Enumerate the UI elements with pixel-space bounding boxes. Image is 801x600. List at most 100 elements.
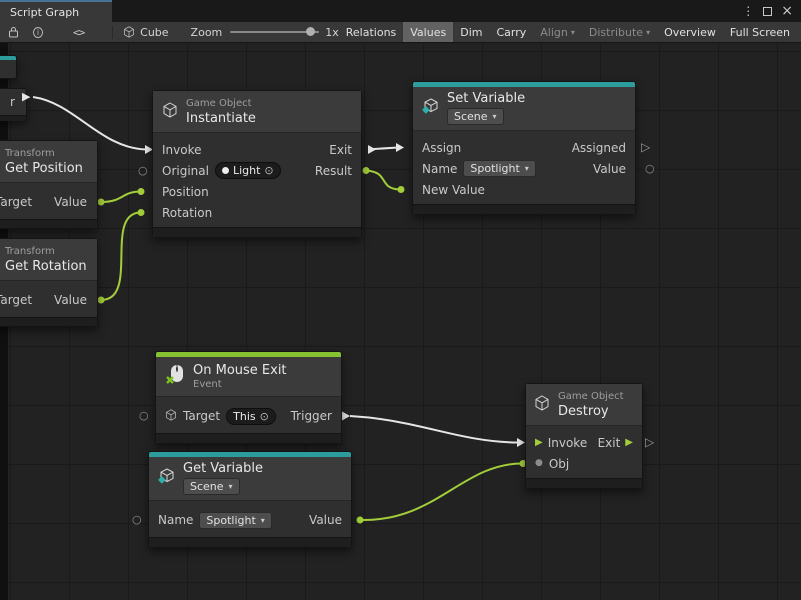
menu-icon[interactable]: ⋮ <box>742 5 754 17</box>
fragment-label: r <box>10 95 15 109</box>
flow-out-icon[interactable]: ▶ <box>625 438 633 448</box>
lock-icon[interactable] <box>8 26 19 38</box>
port-label-assign[interactable]: Assign <box>422 141 461 155</box>
port-label-new-value[interactable]: New Value <box>422 183 485 197</box>
zoom-label: Zoom <box>191 26 223 39</box>
unity-script-graph-window: Script Graph ⋮ × i <> Cube Zoom 1x Relat… <box>0 0 801 600</box>
node-category: Game Object <box>186 99 256 109</box>
node-get-variable[interactable]: Get Variable Scene ▾ Name Spotlight ▾ Va… <box>148 451 352 548</box>
zoom-slider[interactable] <box>230 31 319 33</box>
node-title: Get Rotation <box>5 260 87 273</box>
port-label-rotation[interactable]: Rotation <box>162 206 212 220</box>
port-label-assigned[interactable]: Assigned <box>572 141 626 155</box>
port-label-invoke[interactable]: Invoke <box>548 436 588 450</box>
variable-scope-dropdown[interactable]: Scene ▾ <box>447 108 504 125</box>
window-controls: ⋮ × <box>742 0 801 22</box>
dropdown-value: Spotlight <box>206 514 255 527</box>
variable-icon <box>158 468 175 489</box>
variable-name-dropdown[interactable]: Spotlight ▾ <box>199 512 271 529</box>
port-label-value[interactable]: Value <box>54 195 87 209</box>
port-label-trigger[interactable]: Trigger <box>291 409 332 423</box>
tab-bar: Script Graph ⋮ × <box>0 0 801 22</box>
node-title: On Mouse Exit <box>193 364 287 377</box>
relations-button[interactable]: Relations <box>339 22 404 42</box>
port-label-target[interactable]: Target <box>0 293 32 307</box>
variable-name-dropdown[interactable]: Spotlight ▾ <box>463 160 535 177</box>
cube-icon <box>123 26 135 38</box>
caret-down-icon: ▾ <box>493 110 497 123</box>
node-title: Destroy <box>558 405 624 418</box>
distribute-button[interactable]: Distribute▾ <box>582 22 657 42</box>
toolbar-buttons: Relations Values Dim Carry Align▾ Distri… <box>339 22 797 42</box>
graph-canvas[interactable]: r Transform Get Position Target Value <box>0 43 801 600</box>
values-button[interactable]: Values <box>403 22 453 42</box>
toolbar-separator <box>112 26 113 39</box>
variable-scope-dropdown[interactable]: Scene ▾ <box>183 478 240 495</box>
caret-down-icon: ▾ <box>525 162 529 175</box>
port-value-output-setvar[interactable]: ○ <box>645 163 655 174</box>
node-get-rotation[interactable]: Transform Get Rotation Target Value <box>0 238 98 327</box>
code-icon[interactable]: <> <box>73 26 84 39</box>
port-label-name[interactable]: Name <box>158 513 193 527</box>
port-original-input[interactable]: ○ <box>138 165 148 176</box>
port-name-input-getvar[interactable]: ○ <box>132 514 142 525</box>
object-field-value: This <box>233 410 255 423</box>
mouse-icon <box>165 364 185 389</box>
node-set-variable[interactable]: Set Variable Scene ▾ Assign Assigned Nam… <box>412 81 636 215</box>
port-label-value[interactable]: Value <box>309 513 342 527</box>
object-picker-icon[interactable]: ⊙ <box>260 411 269 422</box>
flow-in-icon[interactable]: ▶ <box>535 438 543 448</box>
port-dot-icon: ● <box>535 459 543 468</box>
cube-icon <box>162 102 178 122</box>
port-label-value[interactable]: Value <box>593 162 626 176</box>
dropdown-value: Spotlight <box>470 162 519 175</box>
align-button[interactable]: Align▾ <box>533 22 582 42</box>
caret-down-icon: ▾ <box>571 28 575 37</box>
object-picker-icon[interactable]: ⊙ <box>264 165 273 176</box>
port-label-result[interactable]: Result <box>315 164 352 178</box>
port-label-name[interactable]: Name <box>422 162 457 176</box>
node-category: Transform <box>5 149 83 159</box>
port-target-input-mouse[interactable]: ○ <box>139 410 149 421</box>
port-label-exit[interactable]: Exit <box>598 436 621 450</box>
connection-wires <box>0 43 801 600</box>
object-field-this[interactable]: This ⊙ <box>226 408 276 425</box>
port-fragment-exit[interactable]: ▶ <box>22 91 30 102</box>
info-icon[interactable]: i <box>33 27 43 38</box>
zoom-value: 1x <box>325 26 339 39</box>
cube-icon <box>165 409 177 424</box>
port-label-position[interactable]: Position <box>162 185 209 199</box>
cube-icon <box>534 395 550 415</box>
close-icon[interactable]: × <box>781 4 793 18</box>
port-label-target[interactable]: Target <box>183 409 220 423</box>
node-instantiate[interactable]: Game Object Instantiate Invoke Exit Orig… <box>152 90 362 238</box>
variable-icon <box>422 98 439 119</box>
node-title: Set Variable <box>447 92 525 105</box>
maximize-icon[interactable] <box>763 7 772 16</box>
caret-down-icon: ▾ <box>229 480 233 493</box>
port-label-target[interactable]: Target <box>0 195 32 209</box>
node-category: Game Object <box>558 392 624 402</box>
port-label-invoke[interactable]: Invoke <box>162 143 202 157</box>
tab-script-graph[interactable]: Script Graph <box>0 0 112 22</box>
carry-arrow-destroy: ▷ <box>645 436 654 448</box>
graph-target-label[interactable]: Cube <box>140 26 168 39</box>
dim-button[interactable]: Dim <box>453 22 489 42</box>
node-fragment-top[interactable] <box>0 55 17 79</box>
node-on-mouse-exit[interactable]: On Mouse Exit Event Target This ⊙ Trigge… <box>155 351 342 444</box>
port-label-value[interactable]: Value <box>54 293 87 307</box>
carry-button[interactable]: Carry <box>489 22 533 42</box>
node-category: Transform <box>5 247 87 257</box>
zoom-slider-knob[interactable] <box>306 27 315 36</box>
port-label-obj[interactable]: Obj <box>549 457 569 471</box>
port-label-exit[interactable]: Exit <box>329 143 352 157</box>
carry-arrow-assigned: ▷ <box>641 141 650 153</box>
node-destroy[interactable]: Game Object Destroy ▶ Invoke Exit ▶ ● Ob… <box>525 383 643 489</box>
port-label-original[interactable]: Original <box>162 164 209 178</box>
light-icon <box>222 167 229 174</box>
node-get-position[interactable]: Transform Get Position Target Value <box>0 140 98 229</box>
overview-button[interactable]: Overview <box>657 22 723 42</box>
fullscreen-button[interactable]: Full Screen <box>723 22 797 42</box>
object-field-light[interactable]: Light ⊙ <box>215 162 281 179</box>
node-title: Get Variable <box>183 462 263 475</box>
